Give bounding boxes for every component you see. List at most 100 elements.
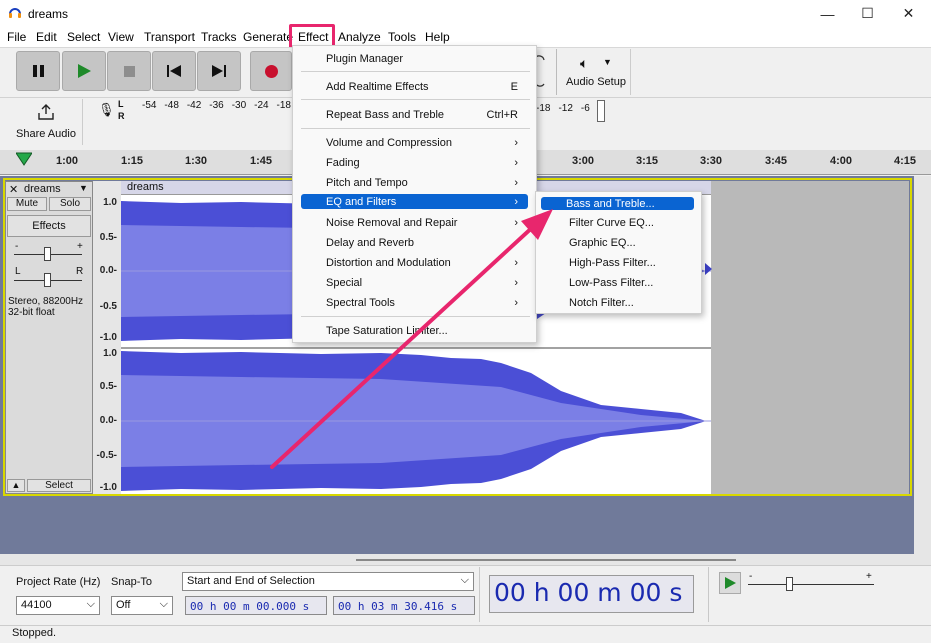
menu-select[interactable]: Select — [67, 30, 100, 44]
play-button[interactable] — [62, 51, 106, 91]
toolbar-divider — [82, 99, 83, 145]
vertical-scrollbar[interactable] — [914, 176, 931, 554]
menu-item-fading[interactable]: Fading › — [297, 154, 532, 172]
menu-item-special[interactable]: Special › — [297, 274, 532, 292]
y-label: -0.5 — [99, 301, 117, 312]
menu-separator — [301, 71, 530, 72]
y-label: 1.0 — [103, 197, 117, 208]
window-title: dreams — [28, 7, 69, 21]
track-close-button[interactable]: ✕ — [9, 183, 18, 196]
skip-start-icon — [167, 65, 181, 77]
menu-item-distortion-and-modulation[interactable]: Distortion and Modulation › — [297, 254, 532, 272]
menu-bar — [0, 27, 931, 47]
scroll-thumb[interactable] — [356, 559, 736, 561]
share-icon — [37, 104, 55, 123]
selection-mode-value: Start and End of Selection — [187, 575, 315, 587]
meter-tick: -18 — [536, 103, 551, 114]
toolbar-divider — [479, 567, 480, 622]
menu-view[interactable]: View — [108, 30, 134, 44]
submenu-item-low-pass-filter[interactable]: Low-Pass Filter... — [540, 274, 698, 292]
menu-separator — [301, 128, 530, 129]
status-bar — [0, 625, 931, 643]
skip-start-button[interactable] — [152, 51, 196, 91]
menu-item-spectral-tools[interactable]: Spectral Tools › — [297, 294, 532, 312]
meter-slider-thumb[interactable] — [597, 100, 605, 122]
track-menu-button[interactable]: ▼ — [79, 183, 88, 193]
snap-to-value: Off — [116, 599, 131, 611]
menu-tracks[interactable]: Tracks — [201, 30, 237, 44]
collapse-track-button[interactable]: ▲ — [7, 479, 25, 492]
playback-meter[interactable]: -18 -12 -6 — [536, 103, 590, 114]
menu-item-repeat-bass-and-treble[interactable]: Repeat Bass and Treble Ctrl+R — [297, 106, 532, 124]
menu-item-tape-saturation-limiter[interactable]: Tape Saturation Limiter... — [297, 322, 532, 340]
chevron-right-icon: › — [514, 157, 518, 169]
submenu-item-notch-filter[interactable]: Notch Filter... — [540, 294, 698, 312]
speed-slider-track[interactable] — [748, 584, 874, 585]
dropdown-arrow-icon[interactable]: ▼ — [603, 57, 612, 67]
pan-slider-thumb[interactable] — [44, 273, 51, 287]
menu-generate[interactable]: Generate — [243, 30, 293, 44]
menu-item-pitch-and-tempo[interactable]: Pitch and Tempo › — [297, 174, 532, 192]
menu-item-eq-and-filters[interactable]: EQ and Filters › — [301, 194, 528, 209]
submenu-item-bass-and-treble[interactable]: Bass and Treble... — [541, 197, 694, 210]
track-name[interactable]: dreams — [24, 183, 61, 195]
audacity-logo-icon — [8, 6, 22, 20]
skip-end-button[interactable] — [197, 51, 241, 91]
clip-name: dreams — [127, 181, 164, 193]
chevron-right-icon: › — [514, 297, 518, 309]
menu-help[interactable]: Help — [425, 30, 450, 44]
menu-item-volume-and-compression[interactable]: Volume and Compression › — [297, 134, 532, 152]
meter-tick: -12 — [558, 103, 573, 114]
submenu-item-high-pass-filter[interactable]: High-Pass Filter... — [540, 254, 698, 272]
record-button[interactable] — [250, 51, 292, 91]
close-button[interactable]: ✕ — [886, 0, 931, 27]
ruler-tick: 1:30 — [185, 155, 208, 167]
menu-item-plugin-manager[interactable]: Plugin Manager — [297, 50, 532, 68]
minimize-button[interactable]: — — [805, 0, 850, 27]
empty-track-region[interactable] — [711, 181, 909, 494]
effects-button[interactable]: Effects — [7, 215, 91, 237]
pause-button[interactable] — [16, 51, 60, 91]
share-audio-button[interactable]: Share Audio — [16, 128, 76, 140]
record-icon — [264, 64, 278, 78]
play-at-speed-button[interactable] — [719, 572, 741, 594]
gain-slider-thumb[interactable] — [44, 247, 51, 261]
pan-left-label: L — [15, 266, 21, 277]
speaker-icon: 🔈︎ — [580, 55, 589, 71]
project-rate-select[interactable]: 44100 ⌵ — [16, 596, 100, 615]
submenu-item-graphic-eq[interactable]: Graphic EQ... — [540, 234, 698, 252]
select-track-button[interactable]: Select — [27, 479, 91, 492]
meter-tick: -30 — [231, 100, 247, 111]
submenu-item-filter-curve-eq[interactable]: Filter Curve EQ... — [540, 214, 698, 232]
menu-item-delay-and-reverb[interactable]: Delay and Reverb — [297, 234, 532, 252]
play-head-icon[interactable] — [15, 152, 33, 169]
speed-slider-thumb[interactable] — [786, 577, 793, 591]
menu-tools[interactable]: Tools — [388, 30, 416, 44]
snap-to-select[interactable]: Off ⌵ — [111, 596, 173, 615]
pan-right-label: R — [76, 266, 84, 277]
horizontal-scrollbar[interactable] — [0, 554, 931, 565]
stop-button[interactable] — [107, 51, 151, 91]
maximize-button[interactable]: ☐ — [845, 0, 890, 27]
menu-separator — [301, 99, 530, 100]
play-icon — [78, 64, 91, 78]
mute-button[interactable]: Mute — [7, 197, 47, 211]
menu-separator — [301, 316, 530, 317]
menu-item-noise-removal-and-repair[interactable]: Noise Removal and Repair › — [297, 214, 532, 232]
solo-button[interactable]: Solo — [49, 197, 91, 211]
meter-tick: -36 — [209, 100, 224, 111]
selection-end-time[interactable]: 00 h 03 m 30.416 s — [333, 596, 475, 615]
audio-position-time[interactable]: 00 h 00 m 00 s — [489, 575, 694, 613]
chevron-right-icon: › — [514, 217, 518, 229]
audio-setup-button[interactable]: Audio Setup — [566, 76, 626, 88]
selection-mode-select[interactable]: Start and End of Selection ⌵ — [182, 572, 474, 591]
selection-start-time[interactable]: 00 h 00 m 00.000 s — [185, 596, 327, 615]
menu-edit[interactable]: Edit — [36, 30, 57, 44]
menu-item-add-realtime-effects[interactable]: Add Realtime Effects E — [297, 78, 532, 96]
recording-meter[interactable]: -54 -48 -42 -36 -30 -24 -18 — [126, 100, 291, 122]
menu-file[interactable]: File — [7, 30, 26, 44]
snap-to-label: Snap-To — [111, 576, 152, 588]
ruler-tick: 1:15 — [121, 155, 144, 167]
menu-analyze[interactable]: Analyze — [338, 30, 381, 44]
menu-transport[interactable]: Transport — [144, 30, 195, 44]
